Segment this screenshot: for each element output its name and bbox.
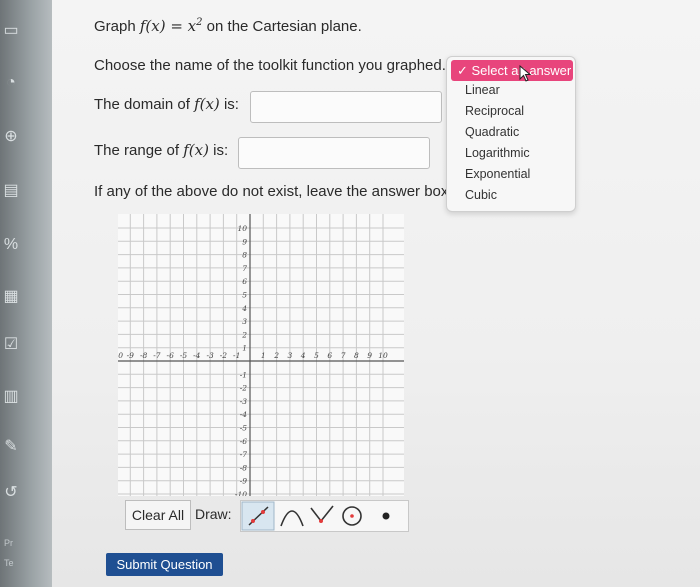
range-suffix: is: <box>208 142 229 159</box>
note-text: If any of the above do not exist, leave … <box>94 183 449 200</box>
edit-icon[interactable]: ✎ <box>2 438 20 456</box>
domain-func: f(x) <box>194 95 220 113</box>
x-tick-label: 10 <box>378 351 388 360</box>
x-tick-label: -7 <box>153 351 161 360</box>
x-tick-label: 8 <box>354 351 359 360</box>
dropdown-selected[interactable]: ✓ Select an answer <box>451 60 573 81</box>
submit-question-button[interactable]: Submit Question <box>106 553 223 576</box>
dropdown-option[interactable]: Linear <box>465 83 500 97</box>
x-tick-label: 6 <box>327 351 332 360</box>
x-tick-label: -1 <box>233 351 240 360</box>
window-icon[interactable]: ▭ <box>2 22 20 40</box>
domain-suffix: is: <box>219 96 239 113</box>
y-tick-label: 3 <box>242 317 247 326</box>
globe-icon[interactable]: ⊕ <box>2 128 20 146</box>
x-tick-label: 1 <box>261 351 266 360</box>
parabola-down-tool-icon[interactable] <box>310 505 334 523</box>
y-tick-label: 4 <box>241 304 247 313</box>
question-prompt: Graph f(x) = x2 on the Cartesian plane. <box>94 17 362 35</box>
book-icon[interactable]: ▤ <box>2 182 20 200</box>
x-tick-label: 9 <box>367 351 372 360</box>
mouse-cursor-icon <box>519 65 532 82</box>
sidebar-label: Te <box>4 558 14 568</box>
x-tick-label: -6 <box>167 351 175 360</box>
x-tick-label: -5 <box>180 351 188 360</box>
y-tick-label: -1 <box>240 370 247 379</box>
x-tick-label: -3 <box>206 351 214 360</box>
x-tick-label: 2 <box>273 351 279 360</box>
y-tick-label: -4 <box>240 410 248 419</box>
left-sidebar: ▭ ◔ ⊕ ▤ % ▦ ☑ ▥ ✎ ↺ Pr Te <box>0 0 52 587</box>
y-tick-label: 6 <box>242 277 247 286</box>
choose-prompt: Choose the name of the toolkit function … <box>94 57 446 74</box>
y-tick-label: -10 <box>235 490 247 496</box>
tag-icon[interactable]: ◔ <box>2 74 20 92</box>
y-tick-label: -6 <box>240 437 248 446</box>
y-tick-label: 5 <box>242 291 247 300</box>
x-tick-label: -2 <box>220 351 228 360</box>
dropdown-option[interactable]: Exponential <box>465 167 530 181</box>
x-tick-label: 3 <box>288 351 293 360</box>
sidebar-label: Pr <box>4 538 13 548</box>
dropdown-option[interactable]: Cubic <box>465 188 497 202</box>
x-tick-label: -10 <box>118 351 123 360</box>
draw-tools <box>240 500 409 532</box>
x-tick-label: 5 <box>314 351 319 360</box>
parabola-up-tool-icon[interactable] <box>280 510 304 527</box>
dropdown-option[interactable]: Logarithmic <box>465 146 530 160</box>
y-tick-label: 10 <box>237 224 247 233</box>
prompt-text: Graph <box>94 18 140 35</box>
point-tool-icon[interactable] <box>382 512 390 520</box>
draw-label: Draw: <box>195 506 232 522</box>
x-tick-label: -8 <box>140 351 148 360</box>
x-tick-label: 4 <box>300 351 306 360</box>
back-icon[interactable]: ↺ <box>2 484 20 502</box>
y-tick-label: -5 <box>240 424 248 433</box>
x-tick-label: -4 <box>193 351 201 360</box>
range-func: f(x) <box>183 141 209 159</box>
x-tick-label: 7 <box>341 351 346 360</box>
prompt-suffix: on the Cartesian plane. <box>202 18 362 35</box>
y-tick-label: 9 <box>242 237 247 246</box>
dropdown-option[interactable]: Reciprocal <box>465 104 524 118</box>
function-text: f(x) = x <box>139 17 197 35</box>
circle-tool-icon[interactable] <box>342 506 362 526</box>
y-tick-label: -9 <box>240 477 248 486</box>
book-open-icon[interactable]: ▥ <box>2 388 20 406</box>
cartesian-graph[interactable]: -10-9-8-7-6-5-4-3-2-11234567891010987654… <box>111 214 404 499</box>
y-tick-label: 8 <box>242 251 247 260</box>
x-tick-label: -9 <box>127 351 135 360</box>
y-tick-label: -3 <box>240 397 248 406</box>
percent-icon[interactable]: % <box>2 236 20 254</box>
clear-all-button[interactable]: Clear All <box>125 500 191 530</box>
domain-prefix: The domain of <box>94 96 195 113</box>
toolkit-function-dropdown[interactable]: ✓ Select an answer Linear Reciprocal Qua… <box>446 56 576 212</box>
y-tick-label: 1 <box>242 344 247 353</box>
graph-canvas[interactable]: -10-9-8-7-6-5-4-3-2-11234567891010987654… <box>111 214 404 499</box>
y-tick-label: -2 <box>240 384 248 393</box>
range-label: The range of f(x) is: <box>94 141 228 159</box>
y-tick-label: 2 <box>241 330 247 339</box>
checklist-icon[interactable]: ☑ <box>2 336 20 354</box>
y-tick-label: 7 <box>242 264 247 273</box>
y-tick-label: -8 <box>240 463 248 472</box>
line-tool-icon[interactable] <box>241 501 275 531</box>
calculator-icon[interactable]: ▦ <box>2 288 20 306</box>
function-expression: f(x) = x2 <box>140 17 203 35</box>
range-prefix: The range of <box>94 142 184 159</box>
domain-input[interactable] <box>250 91 442 123</box>
graph-toolbar: Clear All Draw: <box>125 500 409 532</box>
y-tick-label: -7 <box>240 450 248 459</box>
dropdown-option[interactable]: Quadratic <box>465 125 519 139</box>
domain-label: The domain of f(x) is: <box>94 95 239 113</box>
range-input[interactable] <box>238 137 430 169</box>
